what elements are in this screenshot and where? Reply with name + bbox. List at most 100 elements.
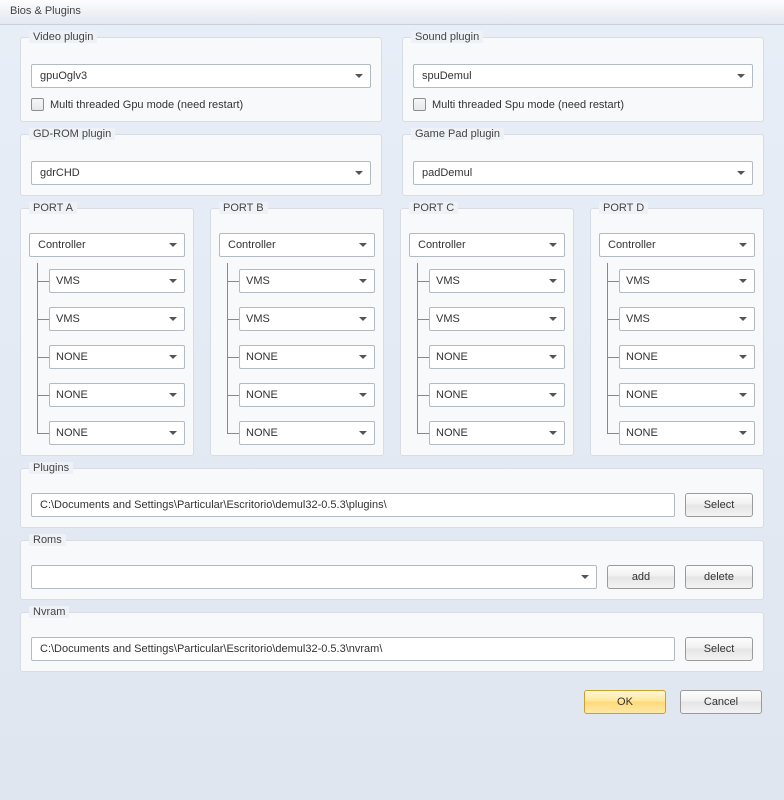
port-slot-item: NONE (429, 345, 565, 369)
port-label: PORT C (409, 202, 458, 214)
chevron-down-icon (739, 355, 747, 359)
port-slot-value: NONE (436, 427, 468, 439)
port-slot-combo[interactable]: NONE (239, 421, 375, 445)
chevron-down-icon (359, 393, 367, 397)
roms-label: Roms (29, 534, 66, 546)
port-slot-value: VMS (56, 275, 80, 287)
chevron-down-icon (355, 74, 363, 78)
port-slot-item: NONE (619, 421, 755, 445)
port-slot-value: NONE (436, 389, 468, 401)
port-slot-item: VMS (49, 307, 185, 331)
roms-add-button[interactable]: add (607, 565, 675, 589)
port-slot-combo[interactable]: VMS (239, 269, 375, 293)
port-slot-item: NONE (619, 383, 755, 407)
chevron-down-icon (359, 279, 367, 283)
sound-plugin-value: spuDemul (422, 70, 472, 82)
port-slot-item: NONE (429, 383, 565, 407)
port-slot-item: NONE (429, 421, 565, 445)
port-slot-combo[interactable]: NONE (619, 383, 755, 407)
port-slot-combo[interactable]: NONE (49, 345, 185, 369)
chevron-down-icon (737, 171, 745, 175)
port-label: PORT D (599, 202, 648, 214)
gdrom-plugin-value: gdrCHD (40, 167, 80, 179)
port-label: PORT B (219, 202, 268, 214)
port-group-a: PORT AControllerVMSVMSNONENONENONE (20, 208, 194, 456)
sound-multithread-checkbox[interactable] (413, 98, 426, 111)
port-slot-value: NONE (626, 389, 658, 401)
chevron-down-icon (169, 279, 177, 283)
chevron-down-icon (549, 243, 557, 247)
port-slot-combo[interactable]: NONE (619, 421, 755, 445)
port-controller-combo[interactable]: Controller (409, 233, 565, 257)
port-slot-combo[interactable]: VMS (49, 269, 185, 293)
gamepad-plugin-value: padDemul (422, 167, 472, 179)
port-slot-combo[interactable]: NONE (429, 421, 565, 445)
port-slot-combo[interactable]: NONE (619, 345, 755, 369)
plugins-select-button[interactable]: Select (685, 493, 753, 517)
chevron-down-icon (359, 355, 367, 359)
port-slot-combo[interactable]: NONE (239, 345, 375, 369)
chevron-down-icon (549, 355, 557, 359)
port-slot-combo[interactable]: VMS (429, 269, 565, 293)
roms-delete-button[interactable]: delete (685, 565, 753, 589)
port-controller-combo[interactable]: Controller (29, 233, 185, 257)
chevron-down-icon (549, 279, 557, 283)
cancel-button[interactable]: Cancel (680, 690, 762, 714)
sound-plugin-combo[interactable]: spuDemul (413, 64, 753, 88)
nvram-select-button[interactable]: Select (685, 637, 753, 661)
chevron-down-icon (359, 243, 367, 247)
port-slot-combo[interactable]: NONE (429, 345, 565, 369)
port-slot-value: NONE (246, 351, 278, 363)
port-controller-value: Controller (38, 239, 86, 251)
nvram-path-input[interactable]: C:\Documents and Settings\Particular\Esc… (31, 637, 675, 661)
port-slot-combo[interactable]: VMS (239, 307, 375, 331)
video-plugin-combo[interactable]: gpuOglv3 (31, 64, 371, 88)
chevron-down-icon (169, 393, 177, 397)
gdrom-plugin-combo[interactable]: gdrCHD (31, 161, 371, 185)
window-title: Bios & Plugins (10, 5, 81, 17)
port-slot-value: VMS (626, 313, 650, 325)
gamepad-plugin-combo[interactable]: padDemul (413, 161, 753, 185)
plugins-path-input[interactable]: C:\Documents and Settings\Particular\Esc… (31, 493, 675, 517)
port-controller-value: Controller (608, 239, 656, 251)
chevron-down-icon (739, 243, 747, 247)
chevron-down-icon (169, 317, 177, 321)
port-slot-item: NONE (49, 383, 185, 407)
sound-plugin-group: Sound plugin spuDemul Multi threaded Spu… (402, 37, 764, 122)
nvram-group: Nvram C:\Documents and Settings\Particul… (20, 612, 764, 672)
port-slot-value: VMS (246, 313, 270, 325)
chevron-down-icon (739, 393, 747, 397)
roms-combo[interactable] (31, 565, 597, 589)
port-label: PORT A (29, 202, 77, 214)
port-controller-combo[interactable]: Controller (219, 233, 375, 257)
port-slot-combo[interactable]: NONE (429, 383, 565, 407)
port-slot-combo[interactable]: VMS (429, 307, 565, 331)
port-group-c: PORT CControllerVMSVMSNONENONENONE (400, 208, 574, 456)
port-slot-item: VMS (619, 269, 755, 293)
ok-button[interactable]: OK (584, 690, 666, 714)
port-controller-value: Controller (228, 239, 276, 251)
port-slot-item: NONE (239, 421, 375, 445)
port-group-b: PORT BControllerVMSVMSNONENONENONE (210, 208, 384, 456)
port-slot-combo[interactable]: VMS (49, 307, 185, 331)
port-slot-item: VMS (429, 307, 565, 331)
chevron-down-icon (549, 393, 557, 397)
port-slot-value: NONE (626, 427, 658, 439)
plugins-path-label: Plugins (29, 462, 73, 474)
port-slot-value: NONE (56, 351, 88, 363)
port-controller-combo[interactable]: Controller (599, 233, 755, 257)
port-slot-value: VMS (436, 275, 460, 287)
video-plugin-label: Video plugin (29, 31, 97, 43)
port-slot-combo[interactable]: VMS (619, 269, 755, 293)
gamepad-plugin-label: Game Pad plugin (411, 128, 504, 140)
gdrom-plugin-label: GD-ROM plugin (29, 128, 115, 140)
video-multithread-checkbox[interactable] (31, 98, 44, 111)
port-slot-combo[interactable]: NONE (49, 383, 185, 407)
port-slot-value: NONE (436, 351, 468, 363)
port-slot-item: NONE (619, 345, 755, 369)
port-slot-combo[interactable]: VMS (619, 307, 755, 331)
port-slot-item: VMS (49, 269, 185, 293)
port-slot-combo[interactable]: NONE (49, 421, 185, 445)
port-slot-combo[interactable]: NONE (239, 383, 375, 407)
chevron-down-icon (359, 317, 367, 321)
